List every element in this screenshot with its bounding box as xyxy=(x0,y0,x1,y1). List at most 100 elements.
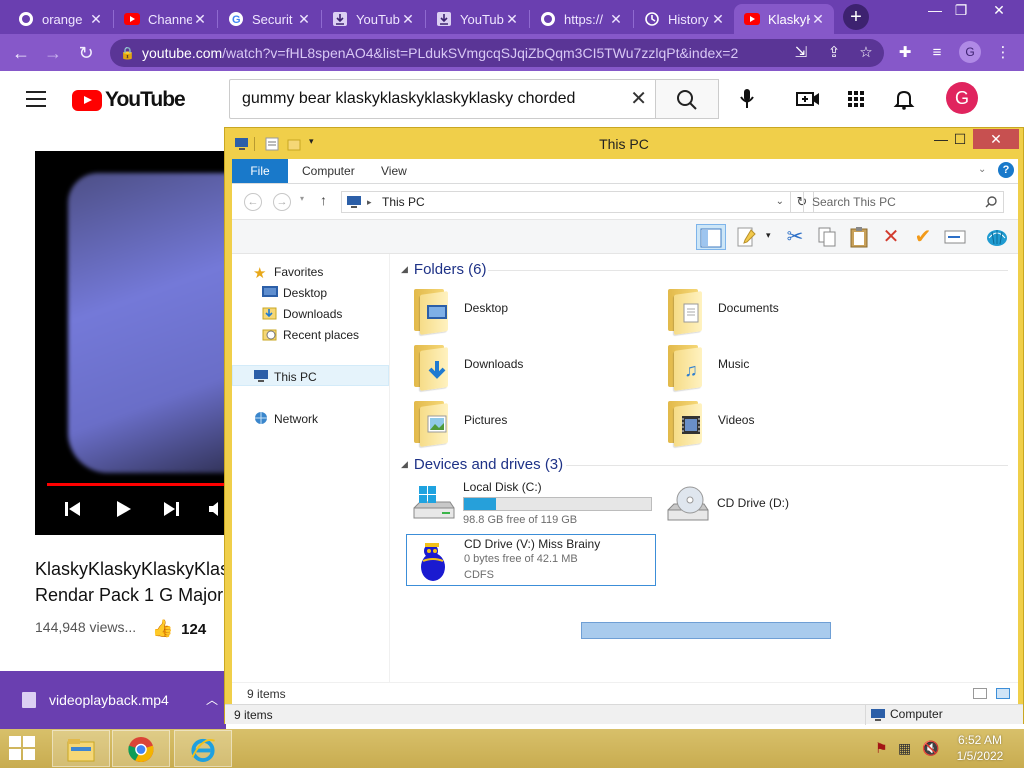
address-breadcrumb[interactable]: ▸ This PC ⌄ xyxy=(341,191,791,213)
rename-icon[interactable] xyxy=(941,224,969,250)
tab-view[interactable]: View xyxy=(367,159,421,183)
download-item[interactable]: videoplayback.mp4 xyxy=(49,692,169,708)
checkmark-icon[interactable]: ✔ xyxy=(909,224,937,250)
browser-tab[interactable]: G Securit ✕ xyxy=(218,4,320,34)
menu-dots-icon[interactable]: ⋮ xyxy=(992,39,1014,67)
close-tab-icon[interactable]: ✕ xyxy=(608,11,624,28)
drive-item-c[interactable]: Local Disk (C:) 98.8 GB free of 119 GB xyxy=(406,478,656,530)
youtube-search-input[interactable]: gummy bear klaskyklaskyklaskyklasky chor… xyxy=(229,79,656,119)
reload-icon[interactable]: ↻ xyxy=(73,40,99,66)
volume-muted-icon[interactable]: 🔇 xyxy=(922,740,939,757)
properties-icon[interactable] xyxy=(732,224,760,250)
taskbar-file-explorer[interactable] xyxy=(52,730,110,767)
nav-recent-places[interactable]: Recent places xyxy=(262,325,359,345)
forward-icon[interactable]: → xyxy=(40,40,66,66)
address-dropdown-icon[interactable]: ⌄ xyxy=(776,192,784,212)
chevron-up-icon[interactable]: ︿ xyxy=(206,691,218,708)
action-center-flag-icon[interactable]: ⚑ xyxy=(875,740,888,757)
volume-icon[interactable] xyxy=(207,499,225,525)
previous-icon[interactable] xyxy=(63,499,83,525)
system-clock[interactable]: 6:52 AM 1/5/2022 xyxy=(940,732,1020,764)
breadcrumb-item[interactable]: This PC xyxy=(382,195,425,209)
microphone-icon[interactable] xyxy=(734,87,760,111)
close-tab-icon[interactable]: ✕ xyxy=(504,11,520,28)
drive-item-v[interactable]: CD Drive (V:) Miss Brainy 0 bytes free o… xyxy=(406,534,656,586)
browser-tab[interactable]: Channe ✕ xyxy=(114,4,216,34)
account-avatar[interactable]: G xyxy=(946,82,978,114)
close-tab-icon[interactable]: ✕ xyxy=(710,11,726,28)
search-input[interactable]: Search This PC xyxy=(803,191,1004,213)
folder-item-music[interactable]: ♫ Music xyxy=(666,343,916,397)
up-arrow-icon[interactable]: ↑ xyxy=(320,192,327,208)
clear-search-icon[interactable]: ✕ xyxy=(630,80,647,118)
nav-network[interactable]: Network xyxy=(253,409,318,429)
hamburger-menu-icon[interactable] xyxy=(26,91,46,107)
restore-icon[interactable]: ❐ xyxy=(944,0,978,20)
folder-item-pictures[interactable]: Pictures xyxy=(412,399,662,453)
video-progress-bar[interactable] xyxy=(47,483,225,486)
large-icons-view-icon[interactable] xyxy=(996,688,1010,699)
nav-downloads[interactable]: Downloads xyxy=(262,304,342,324)
delete-icon[interactable]: ✕ xyxy=(877,224,905,250)
nav-this-pc[interactable]: This PC xyxy=(253,367,317,387)
extensions-icon[interactable]: ✚ xyxy=(894,39,916,67)
folder-item-videos[interactable]: Videos xyxy=(666,399,916,453)
shell-icon[interactable] xyxy=(983,224,1011,250)
browser-tab[interactable]: orange ✕ xyxy=(8,4,112,34)
apps-grid-icon[interactable] xyxy=(843,87,869,111)
expand-ribbon-icon[interactable]: ⌄ xyxy=(978,164,986,175)
forward-icon[interactable]: → xyxy=(273,193,291,211)
close-tab-icon[interactable]: ✕ xyxy=(400,11,416,28)
youtube-search-button[interactable] xyxy=(655,79,719,119)
folder-item-desktop[interactable]: Desktop xyxy=(412,287,662,341)
media-queue-icon[interactable]: ≡ xyxy=(926,39,948,67)
nav-desktop[interactable]: Desktop xyxy=(262,283,327,303)
details-view-icon[interactable] xyxy=(973,688,987,699)
create-video-icon[interactable] xyxy=(795,87,821,111)
tab-computer[interactable]: Computer xyxy=(288,159,369,183)
close-tab-icon[interactable]: ✕ xyxy=(88,11,104,28)
install-icon[interactable]: ⇲ xyxy=(790,39,812,67)
taskbar-internet-explorer[interactable] xyxy=(174,730,232,767)
navigation-pane-icon[interactable] xyxy=(696,224,726,250)
drive-item-d[interactable]: CD Drive (D:) xyxy=(660,478,910,530)
notifications-bell-icon[interactable] xyxy=(891,87,917,111)
network-status-icon[interactable]: ▦ xyxy=(898,740,911,757)
browser-tab[interactable]: https:// ✕ xyxy=(530,4,632,34)
address-bar[interactable]: 🔒 youtube.com/watch?v=fHL8spenAO4&list=P… xyxy=(110,39,884,67)
folder-item-documents[interactable]: Documents xyxy=(666,287,916,341)
tab-file[interactable]: File xyxy=(232,159,288,183)
close-tab-icon[interactable]: ✕ xyxy=(296,11,312,28)
close-tab-icon[interactable]: ✕ xyxy=(192,11,208,28)
back-icon[interactable]: ← xyxy=(244,193,262,211)
drives-group-header[interactable]: ◢ Devices and drives (3) xyxy=(401,456,563,474)
taskbar-chrome[interactable] xyxy=(112,730,170,767)
nav-favorites[interactable]: ★ Favorites xyxy=(253,262,323,282)
browser-tab[interactable]: YouTub ✕ xyxy=(426,4,528,34)
browser-tab[interactable]: History ✕ xyxy=(634,4,734,34)
back-icon[interactable]: ← xyxy=(8,40,34,66)
help-icon[interactable]: ? xyxy=(998,162,1014,178)
folders-group-header[interactable]: ◢ Folders (6) xyxy=(401,261,486,279)
close-icon[interactable]: ✕ xyxy=(982,0,1016,20)
browser-tab-active[interactable]: KlaskyK ✕ xyxy=(734,4,834,34)
bookmark-star-icon[interactable]: ☆ xyxy=(855,39,877,67)
share-icon[interactable]: ⇪ xyxy=(823,39,845,67)
copy-icon[interactable] xyxy=(813,224,841,250)
video-player[interactable] xyxy=(35,151,225,535)
properties-dropdown-icon[interactable]: ▾ xyxy=(766,230,771,241)
close-tab-icon[interactable]: ✕ xyxy=(810,11,826,28)
recent-locations-icon[interactable]: ▾ xyxy=(300,194,304,203)
windows-start-icon[interactable] xyxy=(9,736,37,762)
profile-avatar[interactable]: G xyxy=(959,41,981,63)
youtube-logo[interactable]: YouTube xyxy=(72,88,186,112)
browser-tab[interactable]: YouTub ✕ xyxy=(322,4,424,34)
close-window-button[interactable]: ✕ xyxy=(973,129,1019,149)
new-tab-button[interactable]: + xyxy=(843,4,869,30)
maximize-icon[interactable]: ☐ xyxy=(943,129,977,149)
folder-item-downloads[interactable]: Downloads xyxy=(412,343,662,397)
like-button[interactable]: 👍 124 xyxy=(152,619,206,639)
play-icon[interactable] xyxy=(113,499,133,525)
next-icon[interactable] xyxy=(161,499,181,525)
cut-icon[interactable]: ✂ xyxy=(781,224,809,250)
